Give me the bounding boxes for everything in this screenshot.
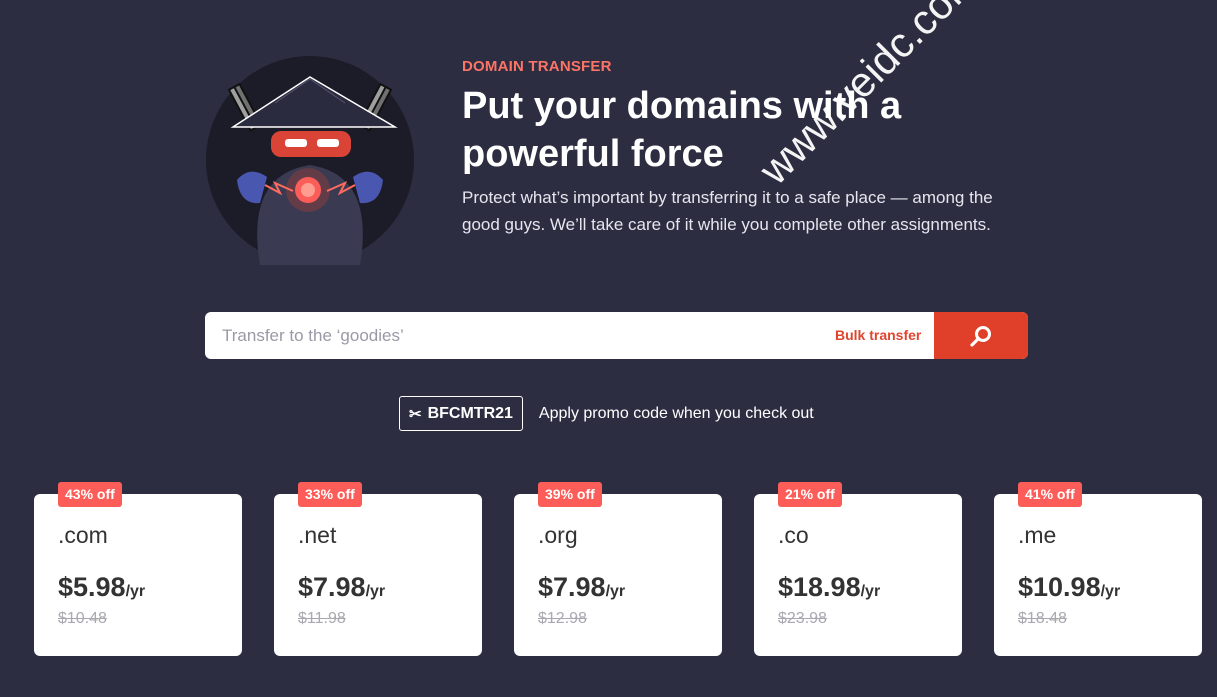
price-period: /yr bbox=[1100, 583, 1121, 600]
price-value: $18.98 bbox=[778, 572, 861, 602]
promo-code-chip[interactable]: ✂ BFCMTR21 bbox=[399, 396, 523, 431]
tld-price: $5.98/yr bbox=[58, 572, 145, 603]
bulk-transfer-link[interactable]: Bulk transfer bbox=[835, 312, 921, 359]
transfer-search-bar: Bulk transfer bbox=[205, 312, 1028, 359]
tld-price: $7.98/yr bbox=[538, 572, 625, 603]
page-subtitle: Protect what’s important by transferring… bbox=[462, 188, 993, 234]
tld-price: $18.98/yr bbox=[778, 572, 880, 603]
tld-old-price: $12.98 bbox=[538, 610, 587, 627]
tld-price: $7.98/yr bbox=[298, 572, 385, 603]
tld-card-net[interactable]: 33% off .net $7.98/yr $11.98 bbox=[274, 482, 482, 656]
discount-badge: 21% off bbox=[778, 482, 842, 507]
eyebrow-label: DOMAIN TRANSFER bbox=[462, 58, 612, 75]
tld-card-me[interactable]: 41% off .me $10.98/yr $18.48 bbox=[994, 482, 1202, 656]
discount-badge: 39% off bbox=[538, 482, 602, 507]
price-period: /yr bbox=[605, 583, 626, 600]
price-period: /yr bbox=[860, 583, 881, 600]
tld-name: .net bbox=[298, 522, 337, 548]
price-period: /yr bbox=[125, 583, 146, 600]
tld-name: .me bbox=[1018, 522, 1057, 548]
discount-badge: 43% off bbox=[58, 482, 122, 507]
tld-name: .co bbox=[778, 522, 809, 548]
tld-price: $10.98/yr bbox=[1018, 572, 1120, 603]
discount-badge: 41% off bbox=[1018, 482, 1082, 507]
transfer-search-input[interactable] bbox=[205, 312, 815, 359]
tld-old-price: $10.48 bbox=[58, 610, 107, 627]
tld-card-co[interactable]: 21% off .co $18.98/yr $23.98 bbox=[754, 482, 962, 656]
tld-price-cards: 43% off .com $5.98/yr $10.48 33% off .ne… bbox=[34, 482, 1204, 656]
page-title: Put your domains with a powerful force bbox=[462, 85, 902, 175]
promo-text: Apply promo code when you check out bbox=[538, 404, 814, 422]
discount-badge: 33% off bbox=[298, 482, 362, 507]
search-button[interactable] bbox=[934, 312, 1028, 359]
promo-row: ✂ BFCMTR21 Apply promo code when you che… bbox=[399, 396, 814, 431]
price-period: /yr bbox=[365, 583, 386, 600]
price-value: $7.98 bbox=[298, 572, 366, 602]
tld-old-price: $18.48 bbox=[1018, 610, 1067, 627]
tld-name: .org bbox=[538, 522, 578, 548]
price-value: $7.98 bbox=[538, 572, 606, 602]
tld-card-com[interactable]: 43% off .com $5.98/yr $10.48 bbox=[34, 482, 242, 656]
ninja-illustration bbox=[206, 56, 414, 265]
tld-name: .com bbox=[58, 522, 108, 548]
search-icon bbox=[970, 325, 991, 347]
scissors-icon: ✂ bbox=[409, 405, 422, 423]
price-value: $10.98 bbox=[1018, 572, 1101, 602]
price-value: $5.98 bbox=[58, 572, 126, 602]
tld-card-org[interactable]: 39% off .org $7.98/yr $12.98 bbox=[514, 482, 722, 656]
tld-old-price: $23.98 bbox=[778, 610, 827, 627]
tld-old-price: $11.98 bbox=[298, 610, 346, 627]
promo-code: BFCMTR21 bbox=[427, 404, 513, 422]
